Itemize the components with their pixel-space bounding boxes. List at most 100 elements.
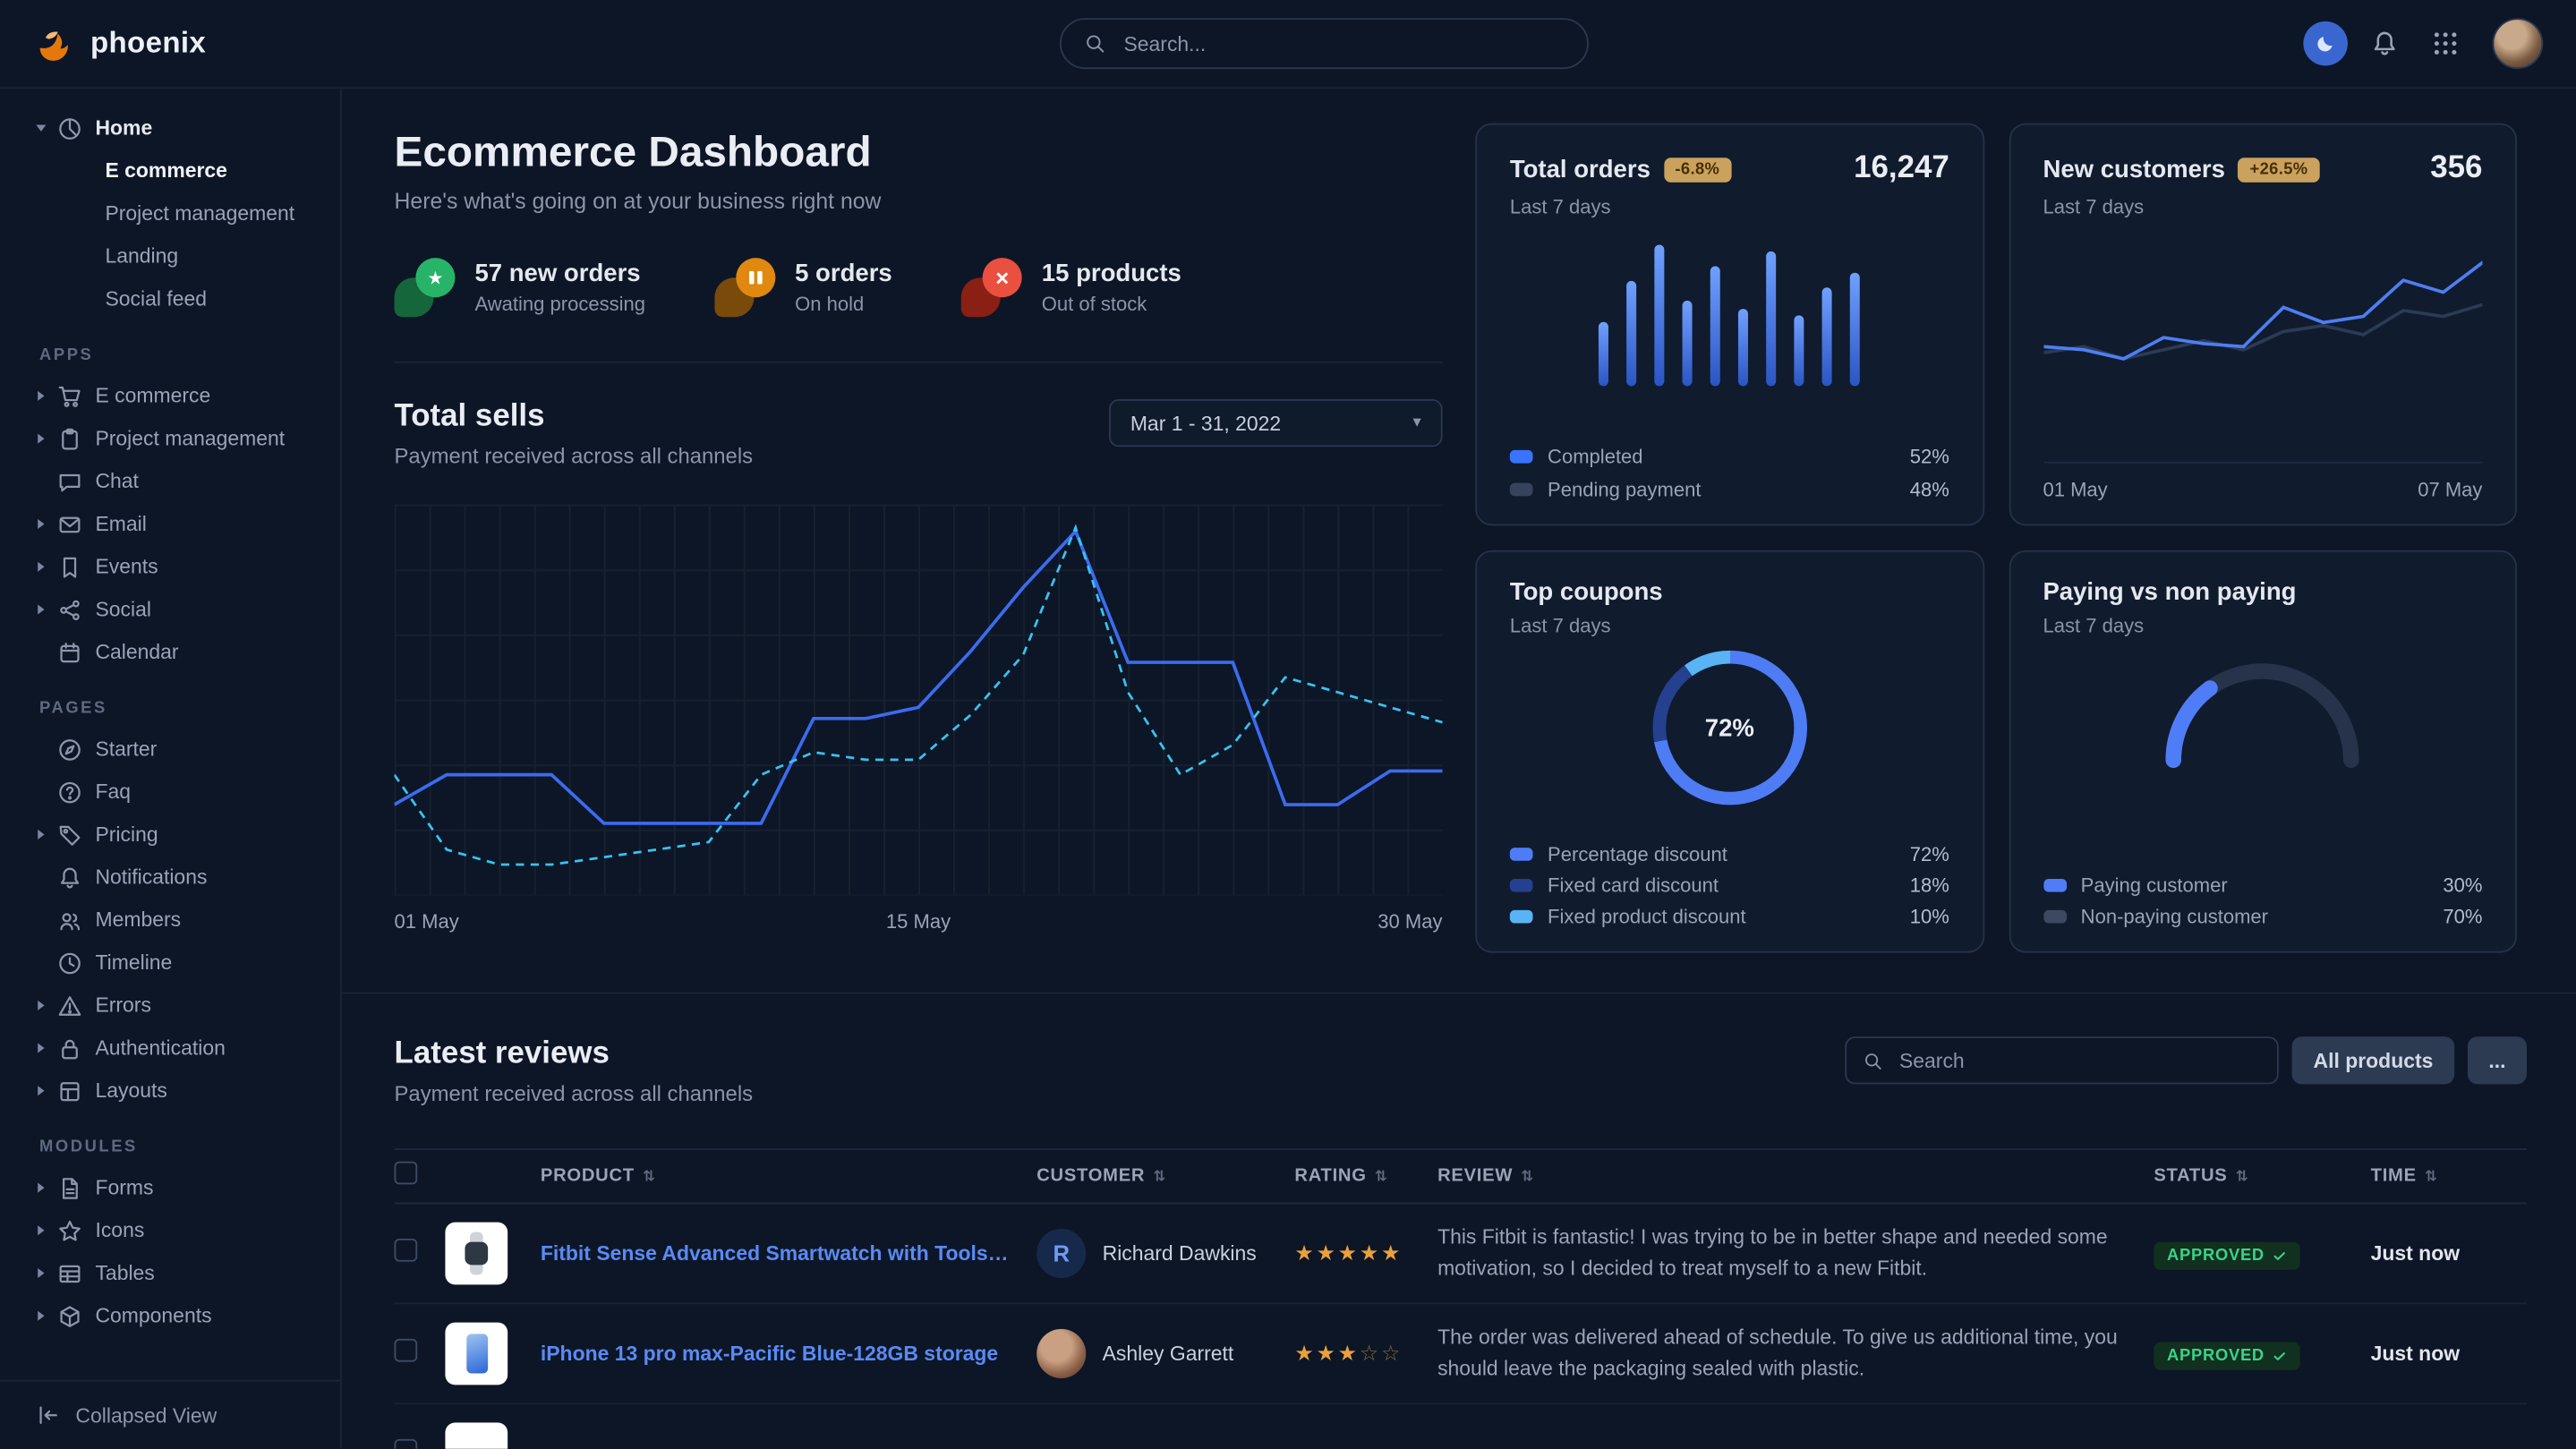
- card-title: Paying vs non paying: [2043, 578, 2296, 606]
- sidebar-item-starter[interactable]: Starter: [0, 728, 340, 771]
- pie-chart-icon: [57, 115, 82, 141]
- sidebar-item-home[interactable]: Home: [0, 107, 340, 149]
- product-link[interactable]: Fitbit Sense Advanced Smartwatch with To…: [541, 1242, 1036, 1266]
- bookmark-icon: [57, 554, 82, 579]
- donut-center-label: 72%: [1666, 664, 1794, 792]
- select-all-checkbox[interactable]: [395, 1161, 418, 1184]
- sidebar-item-components[interactable]: Components: [0, 1294, 340, 1337]
- sidebar-item-timeline[interactable]: Timeline: [0, 942, 340, 984]
- card-title: New customers: [2043, 155, 2225, 183]
- stat-desc: On hold: [795, 293, 892, 316]
- sidebar-item-project-management-app[interactable]: Project management: [0, 417, 340, 460]
- sidebar-item-ecommerce-dashboard[interactable]: E commerce: [0, 149, 340, 192]
- all-products-button[interactable]: All products: [2292, 1036, 2455, 1084]
- lock-icon: [57, 1036, 82, 1061]
- grid-dots-icon: [2431, 30, 2459, 57]
- sidebar-item-email[interactable]: Email: [0, 503, 340, 546]
- date-range-select[interactable]: Mar 1 - 31, 2022 ▾: [1109, 399, 1443, 447]
- bar: [1822, 287, 1832, 386]
- rating-stars: ★★★☆☆: [1294, 1339, 1403, 1367]
- sort-icon: ⇅: [1521, 1167, 1534, 1185]
- theme-toggle-button[interactable]: [2303, 21, 2348, 66]
- share-icon: [57, 597, 82, 622]
- section-label-pages: PAGES: [39, 700, 340, 718]
- stat-desc: Out of stock: [1042, 293, 1181, 316]
- sidebar-item-pricing[interactable]: Pricing: [0, 814, 340, 857]
- star-icon: ★: [1294, 1240, 1316, 1266]
- sidebar-item-calendar[interactable]: Calendar: [0, 631, 340, 674]
- mail-icon: [57, 512, 82, 537]
- bell-icon: [57, 865, 82, 890]
- caret-spacer: [38, 744, 44, 754]
- column-customer[interactable]: CUSTOMER⇅: [1036, 1166, 1294, 1186]
- gauge-value-arc: [2174, 671, 2352, 760]
- legend-item: Fixed card discount 18%: [1510, 873, 1949, 898]
- sidebar-item-events[interactable]: Events: [0, 545, 340, 588]
- sidebar-item-project-management-dashboard[interactable]: Project management: [0, 192, 340, 235]
- caret-right-icon: [38, 1086, 44, 1095]
- sidebar-item-faq[interactable]: Faq: [0, 771, 340, 814]
- check-icon: [2273, 1248, 2288, 1263]
- notifications-button[interactable]: [2359, 19, 2409, 68]
- sidebar-item-forms[interactable]: Forms: [0, 1166, 340, 1209]
- sidebar-item-errors[interactable]: Errors: [0, 984, 340, 1027]
- sidebar-item-icons[interactable]: Icons: [0, 1209, 340, 1252]
- dashboard-top-section: Ecommerce Dashboard Here's what's going …: [342, 89, 2576, 993]
- sidebar-item-tables[interactable]: Tables: [0, 1252, 340, 1295]
- reviews-search[interactable]: [1845, 1036, 2279, 1084]
- star-icon: ★: [1317, 1341, 1338, 1366]
- sidebar-item-ecommerce-app[interactable]: E commerce: [0, 374, 340, 417]
- global-search[interactable]: [1060, 18, 1589, 69]
- legend-bullet: [1510, 449, 1533, 463]
- brand[interactable]: phoenix: [33, 22, 345, 65]
- global-search-input[interactable]: [1121, 30, 1565, 56]
- row-checkbox[interactable]: [395, 1338, 418, 1361]
- card-period: Last 7 days: [1510, 614, 1949, 637]
- cross-badge-icon: ×: [961, 256, 1024, 319]
- cube-icon: [57, 1303, 82, 1328]
- collapse-sidebar-button[interactable]: Collapsed View: [0, 1380, 340, 1449]
- star-icon: ★: [1360, 1240, 1381, 1266]
- sidebar-item-layouts[interactable]: Layouts: [0, 1070, 340, 1112]
- more-options-button[interactable]: ...: [2468, 1036, 2527, 1084]
- sidebar-item-notifications[interactable]: Notifications: [0, 856, 340, 899]
- user-avatar[interactable]: [2492, 18, 2543, 69]
- sidebar-item-chat[interactable]: Chat: [0, 460, 340, 503]
- product-thumbnail: [445, 1223, 508, 1285]
- customers-line-current: [2043, 262, 2482, 359]
- bar: [1738, 309, 1748, 387]
- column-rating[interactable]: RATING⇅: [1294, 1166, 1437, 1186]
- column-review[interactable]: REVIEW⇅: [1437, 1166, 2154, 1186]
- review-time: Just now: [2371, 1342, 2460, 1366]
- total-orders-bar-chart: [1510, 244, 1949, 386]
- sidebar-item-landing[interactable]: Landing: [0, 234, 340, 277]
- card-value: 356: [2430, 151, 2482, 187]
- caret-right-icon: [38, 391, 44, 401]
- sidebar-item-members[interactable]: Members: [0, 899, 340, 942]
- top-coupons-card: Top coupons Last 7 days 72% Percentage d…: [1475, 550, 1983, 953]
- row-checkbox[interactable]: [395, 1238, 418, 1261]
- legend-item: Pending payment 48%: [1510, 476, 1949, 501]
- column-time[interactable]: TIME⇅: [2371, 1166, 2519, 1186]
- reviews-subtitle: Payment received across all channels: [395, 1081, 754, 1106]
- sidebar-item-social[interactable]: Social: [0, 588, 340, 631]
- stat-value: 5 orders: [795, 260, 892, 287]
- sidebar-item-authentication[interactable]: Authentication: [0, 1027, 340, 1070]
- sidebar-item-social-feed[interactable]: Social feed: [0, 277, 340, 320]
- bar: [1850, 273, 1860, 386]
- caret-right-icon: [38, 604, 44, 614]
- apps-grid-button[interactable]: [2420, 19, 2469, 68]
- review-text: This Fitbit is fantastic! I was trying t…: [1437, 1222, 2154, 1285]
- legend-bullet: [1510, 878, 1533, 891]
- customers-line-comparison: [2043, 304, 2482, 359]
- reviews-search-input[interactable]: [1896, 1047, 2260, 1073]
- column-status[interactable]: STATUS⇅: [2154, 1166, 2370, 1186]
- star-icon: ★: [1381, 1240, 1403, 1266]
- product-link[interactable]: iPhone 13 pro max-Pacific Blue-128GB sto…: [541, 1342, 1036, 1366]
- sort-icon: ⇅: [1375, 1167, 1388, 1185]
- customers-x-axis: 01 May 07 May: [2043, 462, 2482, 501]
- column-product[interactable]: PRODUCT⇅: [541, 1166, 1036, 1186]
- customer-name: Richard Dawkins: [1103, 1242, 1257, 1266]
- card-period: Last 7 days: [2043, 614, 2482, 637]
- row-checkbox[interactable]: [395, 1438, 418, 1449]
